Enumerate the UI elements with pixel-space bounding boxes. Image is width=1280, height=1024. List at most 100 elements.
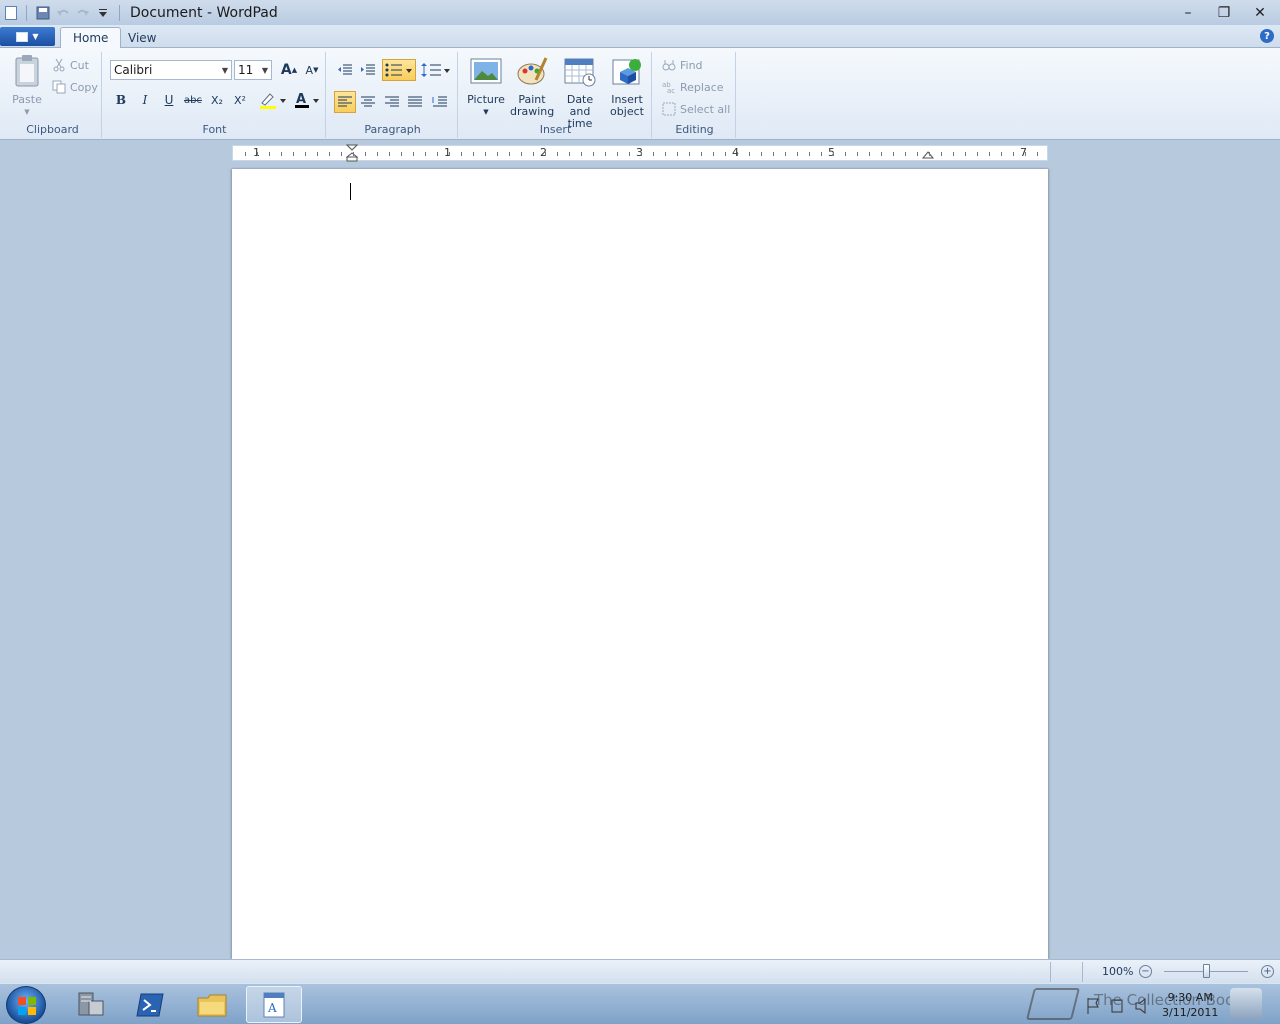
ruler-tick — [557, 152, 558, 156]
tab-view[interactable]: View — [116, 27, 168, 48]
decrease-indent-button[interactable] — [334, 59, 356, 81]
ruler-tick — [773, 152, 774, 156]
separator — [1050, 962, 1051, 982]
indent-marker-icon[interactable] — [346, 144, 358, 162]
date-and-time-button[interactable]: Date and time — [555, 56, 605, 130]
customize-quick-access-icon[interactable] — [93, 3, 113, 23]
ruler-tick — [653, 152, 654, 156]
find-button[interactable]: Find — [662, 56, 703, 74]
ruler-tick — [389, 152, 390, 156]
strikethrough-button[interactable]: abc — [182, 89, 204, 111]
svg-text:A: A — [267, 1001, 277, 1015]
taskbar-server-manager[interactable] — [62, 986, 118, 1023]
minimize-button[interactable]: – — [1176, 3, 1200, 23]
user-avatar-icon[interactable] — [1230, 988, 1262, 1020]
zoom-in-button[interactable]: + — [1261, 965, 1274, 978]
paint-drawing-label-line2: drawing — [510, 105, 555, 118]
right-indent-marker-icon[interactable] — [922, 151, 934, 161]
select-all-icon — [662, 102, 676, 116]
ruler-tick — [545, 152, 546, 156]
grow-font-icon: A — [280, 62, 292, 78]
replace-button[interactable]: ab ac Replace — [662, 78, 724, 96]
application-menu-button[interactable]: ▼ — [0, 27, 55, 46]
cut-button[interactable]: Cut — [52, 56, 89, 74]
redo-icon[interactable] — [73, 3, 93, 23]
shrink-font-icon: A — [305, 63, 314, 77]
tab-home[interactable]: Home — [60, 27, 122, 48]
insert-object-button[interactable]: Insert object — [606, 56, 648, 118]
increase-indent-button[interactable] — [357, 59, 379, 81]
superscript-button[interactable]: X² — [229, 89, 251, 111]
font-color-button[interactable]: A — [292, 89, 322, 111]
bold-button[interactable]: B — [110, 89, 132, 111]
shrink-font-button[interactable]: A ▼ — [301, 59, 323, 81]
ruler-tick — [905, 152, 906, 156]
taskbar-powershell[interactable] — [122, 986, 178, 1023]
ruler-tick — [977, 152, 978, 156]
grow-font-button[interactable]: A ▲ — [278, 59, 300, 81]
bullet-list-button[interactable] — [382, 59, 416, 81]
paragraph-settings-button[interactable] — [429, 91, 451, 113]
paint-drawing-button[interactable]: Paint drawing — [510, 56, 554, 118]
decrease-indent-icon — [338, 64, 352, 75]
highlight-color-button[interactable] — [256, 89, 290, 111]
ruler-tick — [761, 152, 762, 156]
copy-icon — [52, 80, 66, 94]
system-tray-icons[interactable] — [1084, 996, 1154, 1016]
ruler-tick — [581, 152, 582, 156]
line-spacing-button[interactable] — [420, 59, 452, 81]
ribbon-tab-row: ▼ Home View ? — [0, 25, 1280, 48]
align-center-button[interactable] — [357, 91, 379, 113]
bullet-list-icon — [385, 63, 412, 77]
justify-button[interactable] — [404, 91, 426, 113]
book-logo-icon — [1026, 988, 1080, 1020]
insert-group-label: Insert — [539, 123, 572, 136]
copy-button[interactable]: Copy — [52, 78, 98, 96]
font-family-select[interactable]: Calibri ▼ — [110, 60, 232, 80]
taskbar-wordpad[interactable]: A — [246, 986, 302, 1023]
maximize-button[interactable]: ❐ — [1212, 3, 1236, 23]
ruler-tick — [797, 152, 798, 156]
wordpad-app-icon[interactable] — [0, 3, 20, 23]
paint-palette-icon — [517, 57, 548, 85]
help-icon[interactable]: ? — [1260, 29, 1274, 43]
ruler-tick — [377, 152, 378, 156]
close-button[interactable]: ✕ — [1248, 3, 1272, 23]
save-icon[interactable] — [33, 3, 53, 23]
ruler-tick — [737, 152, 738, 156]
start-button[interactable] — [6, 986, 46, 1024]
clipboard-group-label: Clipboard — [26, 123, 79, 136]
system-clock[interactable]: 9:30 AM 3/11/2011 — [1162, 990, 1218, 1020]
ruler-tick — [881, 152, 882, 156]
font-size-value: 11 — [238, 63, 254, 77]
ruler-tick — [629, 152, 630, 156]
editing-group-label: Editing — [675, 123, 714, 136]
align-left-button[interactable] — [334, 91, 356, 113]
underline-button[interactable]: U — [158, 89, 180, 111]
chevron-down-icon: ▼ — [32, 32, 39, 41]
font-size-select[interactable]: 11 ▼ — [234, 60, 272, 80]
binoculars-icon — [662, 60, 676, 71]
document-page[interactable] — [232, 169, 1048, 959]
horizontal-ruler[interactable]: 1 1 2 3 4 5 7 — [232, 144, 1048, 162]
title-bar: Document - WordPad – ❐ ✕ — [0, 0, 1280, 25]
ruler-tick — [437, 152, 438, 156]
chevron-down-icon: ▼ — [221, 66, 228, 75]
select-all-button[interactable]: Select all — [662, 100, 730, 118]
powershell-icon — [136, 993, 164, 1016]
ribbon: Paste ▼ Cut Copy Clipboard Calibri ▼ 11 … — [0, 48, 1280, 140]
zoom-out-button[interactable]: − — [1139, 965, 1152, 978]
ruler-tick — [401, 152, 402, 156]
undo-icon[interactable] — [53, 3, 73, 23]
align-right-button[interactable] — [381, 91, 403, 113]
paste-button[interactable]: Paste ▼ — [8, 54, 46, 118]
zoom-slider-thumb[interactable] — [1202, 964, 1210, 978]
italic-button[interactable]: I — [134, 89, 156, 111]
subscript-button[interactable]: X₂ — [206, 89, 228, 111]
ruler-tick — [1013, 152, 1014, 156]
ruler-tick — [725, 152, 726, 156]
zoom-level[interactable]: 100% — [1102, 965, 1133, 978]
insert-picture-button[interactable]: Picture ▼ — [466, 56, 506, 118]
taskbar-file-explorer[interactable] — [184, 986, 240, 1023]
ruler-tick — [845, 152, 846, 156]
